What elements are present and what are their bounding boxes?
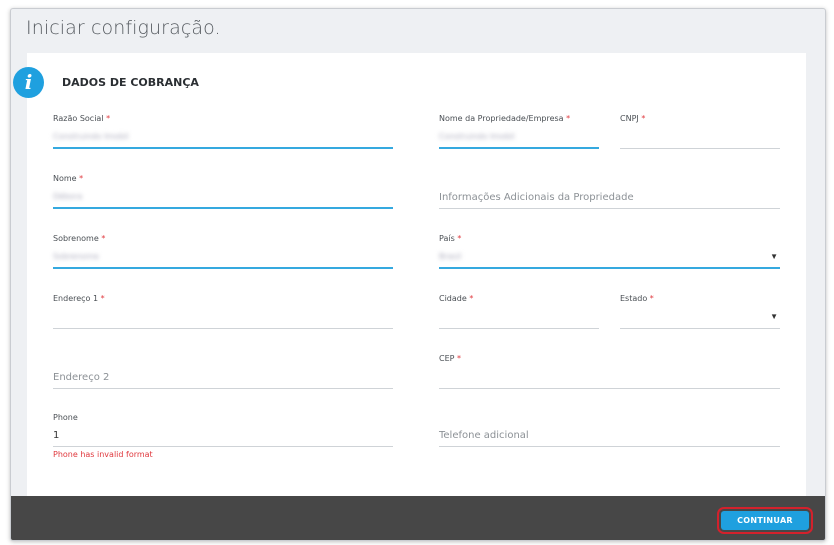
pais-select[interactable]: País * Brasil ▼ <box>439 234 780 270</box>
endereco1-field[interactable]: Endereço 1 * <box>53 294 393 330</box>
nome-propriedade-underline <box>439 147 599 149</box>
endereco1-label: Endereço 1 * <box>53 294 105 303</box>
nome-field[interactable]: Nome * Débora <box>53 174 393 210</box>
continue-button[interactable]: CONTINUAR <box>721 511 809 530</box>
cep-field[interactable]: CEP * <box>439 354 780 390</box>
sobrenome-label: Sobrenome * <box>53 234 106 243</box>
endereco1-underline <box>53 328 393 329</box>
razao-social-field[interactable]: Razão Social * Construindo Imobil <box>53 114 393 150</box>
setup-window: Iniciar configuração. i DADOS DE COBRANÇ… <box>10 8 826 541</box>
endereco2-underline <box>53 388 393 389</box>
nome-propriedade-label: Nome da Propriedade/Empresa * <box>439 114 571 123</box>
razao-social-underline <box>53 147 393 149</box>
nome-label: Nome * <box>53 174 84 183</box>
cidade-label: Cidade * <box>439 294 474 303</box>
sobrenome-underline <box>53 267 393 269</box>
pais-dropdown-icon[interactable]: ▼ <box>770 252 778 261</box>
phone-underline <box>53 446 393 447</box>
telefone-adicional-underline <box>439 446 780 447</box>
nome-propriedade-value: Construindo Imobil <box>439 132 515 141</box>
nome-underline <box>53 207 393 209</box>
pais-label: País * <box>439 234 462 243</box>
nome-propriedade-field[interactable]: Nome da Propriedade/Empresa * Construind… <box>439 114 599 150</box>
cnpj-label: CNPJ * <box>620 114 646 123</box>
pais-value: Brasil <box>439 252 462 261</box>
cidade-field[interactable]: Cidade * <box>439 294 599 330</box>
estado-select[interactable]: Estado * ▼ <box>620 294 780 330</box>
estado-underline <box>620 328 780 329</box>
estado-label: Estado * <box>620 294 654 303</box>
pais-underline <box>439 267 780 269</box>
section-title: DADOS DE COBRANÇA <box>62 76 199 89</box>
nome-value: Débora <box>53 192 83 201</box>
endereco2-placeholder: Endereço 2 <box>53 372 110 383</box>
info-adicionais-field[interactable]: Informações Adicionais da Propriedade <box>439 174 780 210</box>
razao-social-value: Construindo Imobil <box>53 132 129 141</box>
cep-underline <box>439 388 780 389</box>
cnpj-underline <box>620 148 780 149</box>
phone-label: Phone <box>53 413 78 422</box>
cidade-underline <box>439 328 599 329</box>
cnpj-field[interactable]: CNPJ * <box>620 114 780 150</box>
telefone-adicional-placeholder: Telefone adicional <box>439 430 529 441</box>
endereco2-field[interactable]: Endereço 2 <box>53 354 393 390</box>
estado-dropdown-icon[interactable]: ▼ <box>770 312 778 321</box>
cep-label: CEP * <box>439 354 462 363</box>
phone-field[interactable]: Phone 1 Phone has invalid format <box>53 413 393 459</box>
info-icon: i <box>13 67 44 98</box>
info-adicionais-underline <box>439 208 780 209</box>
phone-value: 1 <box>53 430 60 441</box>
sobrenome-value: Sobrenome <box>53 252 99 261</box>
page-title: Iniciar configuração. <box>26 17 221 39</box>
razao-social-label: Razão Social * <box>53 114 111 123</box>
footer-bar: CONTINUAR <box>11 496 825 540</box>
info-adicionais-placeholder: Informações Adicionais da Propriedade <box>439 192 634 203</box>
sobrenome-field[interactable]: Sobrenome * Sobrenome <box>53 234 393 270</box>
phone-error: Phone has invalid format <box>53 450 153 459</box>
telefone-adicional-field[interactable]: Telefone adicional <box>439 413 780 449</box>
